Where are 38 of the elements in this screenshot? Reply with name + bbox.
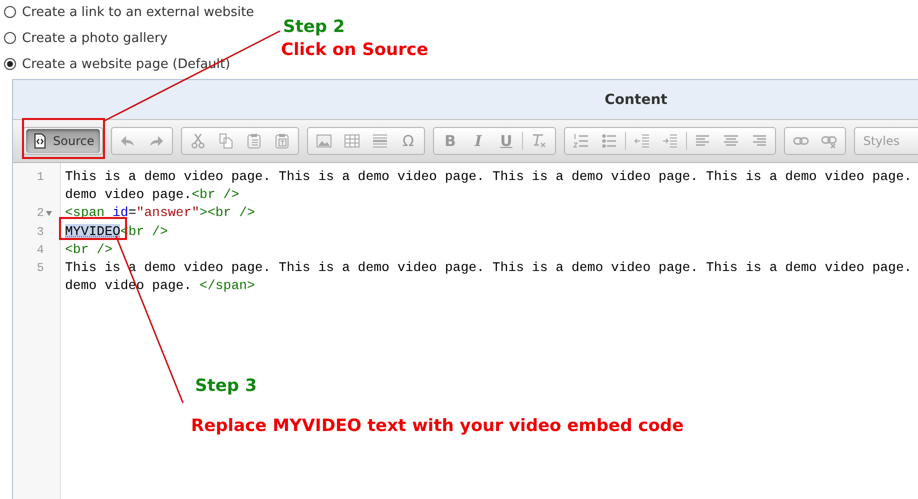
- redo-icon: [148, 133, 164, 149]
- code-line: demo video page.<br />: [65, 186, 240, 204]
- numbered-list-icon: [573, 133, 590, 149]
- radio-label: Create a link to an external website: [22, 4, 254, 20]
- table-icon: [344, 133, 360, 149]
- image-icon: [316, 133, 332, 149]
- outdent-icon: [634, 133, 650, 149]
- code-line: This is a demo video page. This is a demo video page. This is a demo video page. This is a demo video page.: [65, 168, 912, 186]
- instruction-text: Click on Source: [281, 40, 428, 60]
- horizontal-lines-icon: [372, 133, 388, 149]
- line-number: 4: [36, 242, 44, 259]
- step-label: Step 3: [195, 376, 257, 396]
- line-number: 2: [36, 205, 44, 222]
- radio-button[interactable]: [4, 6, 16, 18]
- bullet-list-icon: [601, 133, 618, 149]
- line-number: 3: [36, 224, 44, 241]
- scissors-icon: [190, 133, 206, 149]
- align-center-icon: [723, 133, 740, 149]
- radio-button[interactable]: [4, 32, 16, 44]
- clipboard-icon: [246, 133, 262, 149]
- align-right-icon: [751, 133, 768, 149]
- align-left-icon: [695, 133, 712, 149]
- radio-label: Create a photo gallery: [22, 30, 168, 46]
- fold-arrow-icon[interactable]: [46, 210, 52, 216]
- code-line: <span id="answer"><br />: [65, 204, 256, 222]
- source-button[interactable]: Source: [26, 129, 100, 153]
- clipboard-text-icon: [274, 133, 290, 149]
- indent-icon: [662, 133, 678, 149]
- instruction-text: Replace MYVIDEO text with your video embed code: [191, 416, 684, 436]
- radio-button[interactable]: [4, 58, 16, 70]
- code-line: <br />: [65, 240, 114, 259]
- copy-icon: [218, 133, 234, 149]
- clear-format-icon: [531, 133, 548, 149]
- source-icon: [32, 133, 48, 149]
- line-number: 1: [36, 169, 44, 186]
- step-label: Step 2: [283, 17, 345, 37]
- line-number: 5: [36, 260, 44, 278]
- editor-title: Content: [604, 92, 668, 108]
